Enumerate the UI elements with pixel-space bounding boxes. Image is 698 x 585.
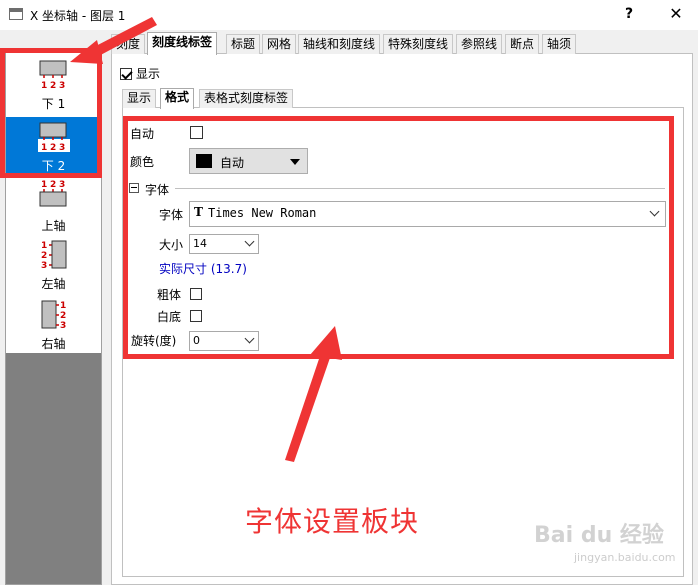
watermark-url: jingyan.baidu.com — [574, 551, 676, 564]
baidu-watermark: Bai du 经验 jingyan.baidu.com — [534, 517, 689, 575]
subtab-format[interactable]: 格式 — [160, 88, 195, 109]
annotation-arrow-head — [70, 40, 103, 64]
annotation-caption: 字体设置板块 — [245, 505, 420, 538]
dialog-window: X 坐标轴 - 图层 1 ? ✕ 1 2 3 下 1 1 2 3 下 2 1 2… — [0, 0, 698, 585]
annotation-arrows — [70, 17, 342, 462]
annotation-arrow-shaft — [285, 350, 332, 462]
tab-tick-labels[interactable]: 刻度线标签 — [147, 32, 218, 55]
watermark-logo-text: Bai du 经验 — [534, 523, 664, 548]
annotation-arrow-head — [310, 326, 342, 360]
